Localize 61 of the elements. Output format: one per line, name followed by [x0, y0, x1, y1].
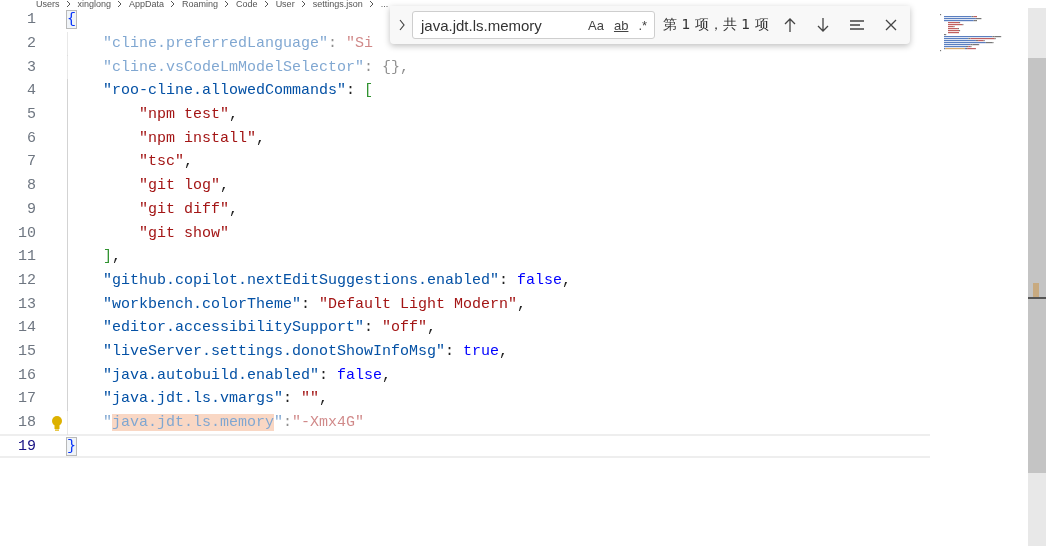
breadcrumb-item[interactable]: settings.json — [312, 0, 363, 9]
chevron-icon — [300, 0, 307, 8]
code-line: ], — [103, 248, 122, 266]
whole-word-toggle[interactable]: ab — [610, 16, 632, 34]
lightbulb-icon[interactable] — [50, 414, 63, 431]
chevron-icon — [224, 0, 231, 8]
lines-icon — [849, 17, 866, 33]
code-line: "java.jdt.ls.vmargs": "", — [103, 390, 329, 408]
breadcrumb-item[interactable]: ... — [380, 0, 389, 9]
breadcrumb-item[interactable]: AppData — [129, 0, 165, 9]
code-line: "workbench.colorTheme": "Default Light Modern", — [103, 295, 527, 313]
line-number: 12 — [17, 271, 36, 289]
line-number: 13 — [17, 295, 36, 313]
line-number: 2 — [26, 35, 36, 53]
scrollbar-thumb[interactable] — [1028, 58, 1046, 473]
code-line: "git diff", — [139, 200, 239, 218]
code-line: "git log", — [139, 177, 230, 195]
chevron-icon — [117, 0, 124, 8]
line-number: 11 — [17, 248, 36, 266]
breadcrumb-item[interactable]: Roaming — [182, 0, 219, 9]
match-case-toggle[interactable]: Aa — [585, 16, 607, 34]
match-count: 第 1 项，共 1 项 — [663, 16, 769, 34]
line-number: 17 — [17, 390, 36, 408]
line-number: 5 — [26, 106, 36, 124]
line-number: 10 — [17, 224, 36, 242]
scrollbar[interactable] — [1028, 8, 1046, 546]
line-number: 18 — [17, 414, 36, 432]
line-number: 15 — [17, 342, 36, 360]
chevron-icon — [398, 19, 406, 31]
chevron-icon — [170, 0, 177, 8]
line-number: 8 — [26, 177, 36, 195]
regex-toggle[interactable]: .* — [635, 16, 651, 34]
code-line: "java.autobuild.enabled": false, — [103, 366, 392, 384]
code-line: "cline.vsCodeLmModelSelector": {}, — [103, 58, 410, 76]
code-line: "npm test", — [139, 106, 239, 124]
line-number: 4 — [26, 82, 36, 100]
line-number: 1 — [26, 11, 36, 29]
chevron-icon — [368, 0, 375, 8]
breadcrumb-item[interactable]: Code — [236, 0, 258, 9]
line-number: 6 — [26, 129, 36, 147]
line-number: 16 — [17, 366, 36, 384]
line-number: 9 — [26, 200, 36, 218]
line-number: 19 — [17, 437, 36, 455]
find-input[interactable]: java.jdt.ls.memory Aa ab .* — [412, 11, 656, 39]
code-line: "roo-cline.allowedCommands": [ — [103, 82, 374, 100]
code-line: "editor.accessibilitySupport": "off", — [103, 319, 437, 337]
line-number: 14 — [17, 319, 36, 337]
line-number: 7 — [26, 153, 36, 171]
line-number: 3 — [26, 58, 36, 76]
code-line: "java.jdt.ls.memory":"-Xmx4G" — [103, 414, 365, 432]
breadcrumb-item[interactable]: User — [275, 0, 295, 9]
code-line: "cline.preferredLanguage": "Si — [103, 35, 374, 53]
code-line: "github.copilot.nextEditSuggestions.enabled": false, — [103, 271, 572, 289]
chevron-icon — [263, 0, 270, 8]
breadcrumb-item[interactable]: xinglong — [77, 0, 112, 9]
code-line: "git show" — [139, 224, 229, 242]
code-line: "npm install", — [139, 129, 266, 147]
chevron-icon — [65, 0, 72, 8]
code-line: "liveServer.settings.donotShowInfoMsg": true, — [103, 342, 509, 360]
breadcrumb-item[interactable]: Users — [36, 0, 60, 9]
code-line: "tsc", — [139, 153, 194, 171]
